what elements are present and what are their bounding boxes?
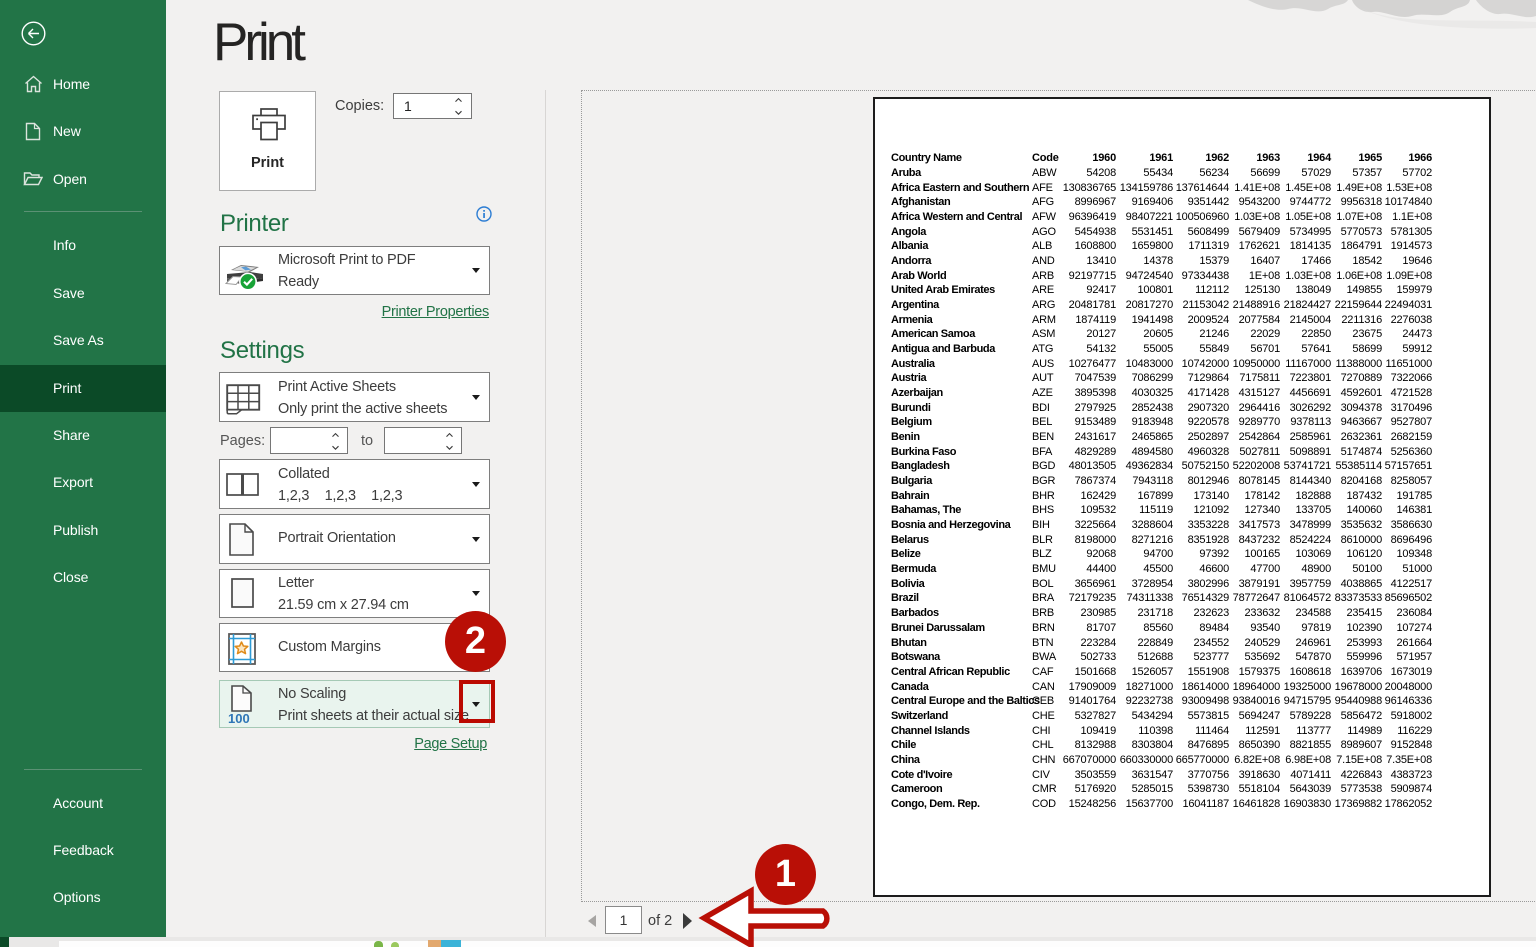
- svg-text:100: 100: [228, 711, 250, 725]
